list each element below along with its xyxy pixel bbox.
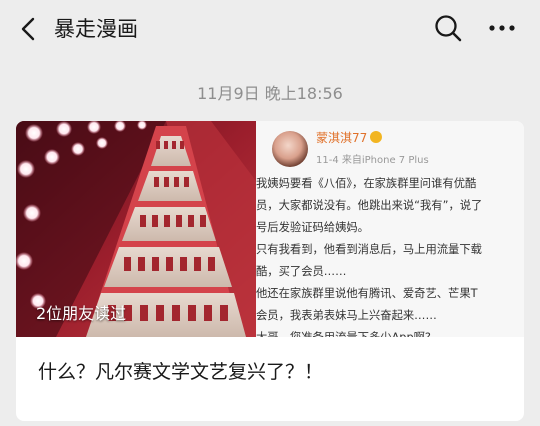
post-line: 他还在家族群里说他有腾讯、爱奇艺、芒果T <box>256 287 478 300</box>
post-username: 蒙淇淇77 <box>316 129 383 146</box>
page-title: 暴走漫画 <box>54 17 138 41</box>
weibo-post-screenshot: 蒙淇淇77 11-4 来自iPhone 7 Plus 我姨妈要看《八佰》，在家族… <box>256 121 524 337</box>
friends-read-label: 2位朋友读过 <box>36 304 127 323</box>
more-horizontal-icon[interactable] <box>486 12 518 44</box>
post-text: 我姨妈要看《八佰》，在家族群里问谁有优酷 员，大家都说没有。他跳出来说“我有”，说… <box>256 173 524 337</box>
chevron-left-icon[interactable] <box>14 14 44 44</box>
avatar <box>272 131 308 167</box>
post-line: 会员，我表弟表妹马上兴奋起来…… <box>256 309 437 322</box>
article-thumbnail[interactable]: 蒙淇淇77 11-4 来自iPhone 7 Plus 我姨妈要看《八佰》，在家族… <box>16 121 524 337</box>
article-title[interactable]: 什么？凡尔赛文学文艺复兴了？！ <box>38 357 323 384</box>
post-meta: 11-4 来自iPhone 7 Plus <box>316 155 429 166</box>
post-line: 号后发验证码给姨妈。 <box>256 221 369 234</box>
post-line: 员，大家都说没有。他跳出来说“我有”，说了 <box>256 199 483 212</box>
post-line: 酷，买了会员…… <box>256 265 347 278</box>
verified-badge-icon <box>370 131 383 143</box>
post-line: 我姨妈要看《八佰》，在家族群里问谁有优酷 <box>256 177 477 190</box>
post-line: 大哥，您准备用流量下多少App啊? <box>256 327 524 337</box>
search-icon[interactable] <box>432 12 464 44</box>
post-line: 只有我看到，他看到消息后，马上用流量下载 <box>256 243 482 256</box>
article-card[interactable]: 蒙淇淇77 11-4 来自iPhone 7 Plus 我姨妈要看《八佰》，在家族… <box>16 121 524 421</box>
message-timestamp: 11月9日 晚上18:56 <box>197 84 343 103</box>
top-bar: 暴走漫画 <box>0 0 540 58</box>
